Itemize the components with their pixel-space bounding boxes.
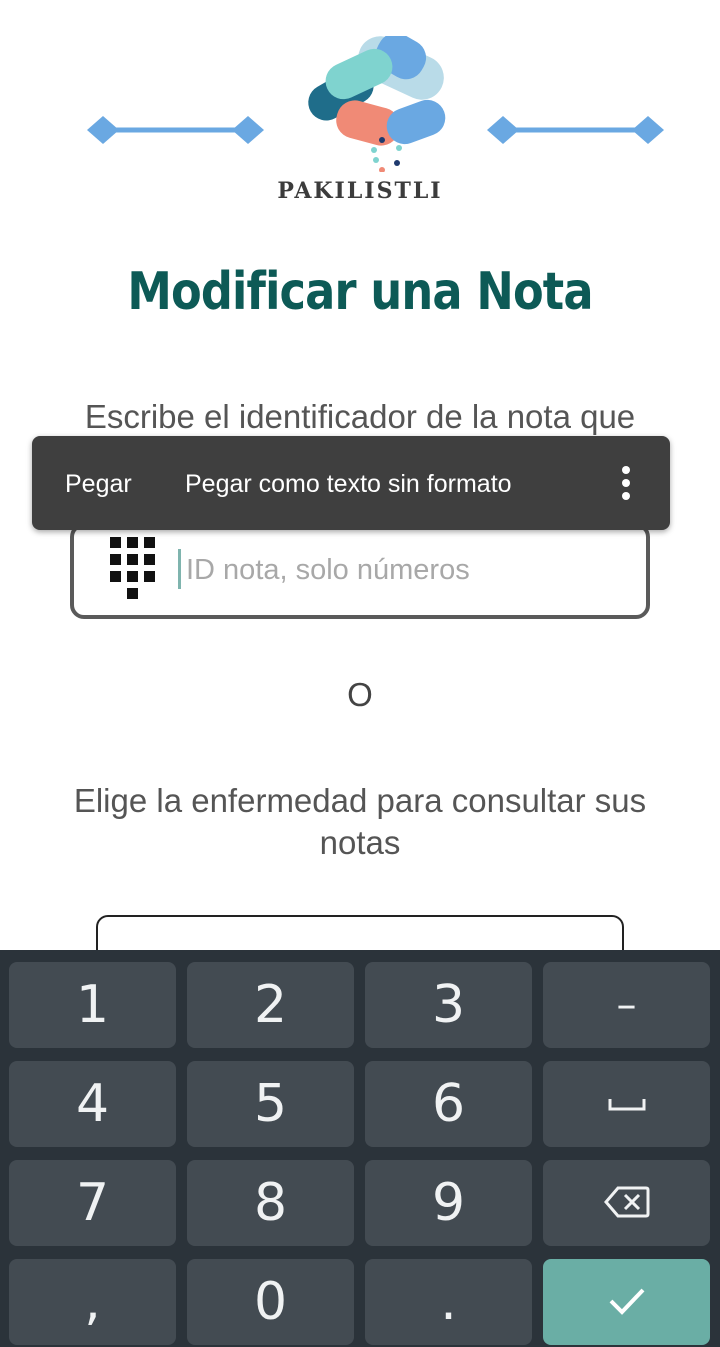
key-8[interactable]: 8 — [187, 1160, 354, 1246]
backspace-icon — [603, 1186, 649, 1218]
key-7[interactable]: 7 — [9, 1160, 176, 1246]
key-1[interactable]: 1 — [9, 962, 176, 1048]
key-confirm[interactable] — [543, 1259, 710, 1345]
key-comma[interactable]: , — [9, 1259, 176, 1345]
key-6[interactable]: 6 — [365, 1061, 532, 1147]
text-cursor — [178, 549, 181, 589]
key-2[interactable]: 2 — [187, 962, 354, 1048]
app-logo: PAKILISTLI — [0, 30, 720, 220]
key-period[interactable]: . — [365, 1259, 532, 1345]
paste-plain-text-menu-item[interactable]: Pegar como texto sin formato — [185, 470, 512, 499]
page-title: Modificar una Nota — [127, 262, 593, 322]
disease-prompt: Elige la enfermedad para consultar sus n… — [73, 782, 647, 861]
key-backspace[interactable] — [543, 1160, 710, 1246]
decorative-line-right — [487, 116, 664, 144]
check-icon — [609, 1288, 644, 1315]
paste-context-menu: Pegar Pegar como texto sin formato — [32, 436, 670, 530]
paste-menu-item[interactable]: Pegar — [65, 470, 132, 499]
logo-text: PAKILISTLI — [277, 178, 443, 204]
key-4[interactable]: 4 — [9, 1061, 176, 1147]
key-space[interactable] — [543, 1061, 710, 1147]
decorative-line-left — [87, 116, 264, 144]
numeric-keyboard: 1 2 3 – 4 5 6 7 8 9 , 0 . — [0, 950, 720, 1347]
space-icon — [608, 1099, 645, 1111]
key-minus[interactable]: – — [543, 962, 710, 1048]
note-id-input[interactable] — [184, 545, 628, 595]
key-3[interactable]: 3 — [365, 962, 532, 1048]
more-vertical-icon[interactable] — [622, 466, 632, 502]
key-5[interactable]: 5 — [187, 1061, 354, 1147]
dialpad-icon — [110, 537, 162, 605]
note-id-field[interactable] — [70, 523, 650, 619]
key-9[interactable]: 9 — [365, 1160, 532, 1246]
or-separator: O — [347, 676, 373, 713]
key-0[interactable]: 0 — [187, 1259, 354, 1345]
pills-logo-icon — [308, 36, 446, 172]
instruction-text: Escribe el identificador de la nota que — [84, 398, 636, 435]
